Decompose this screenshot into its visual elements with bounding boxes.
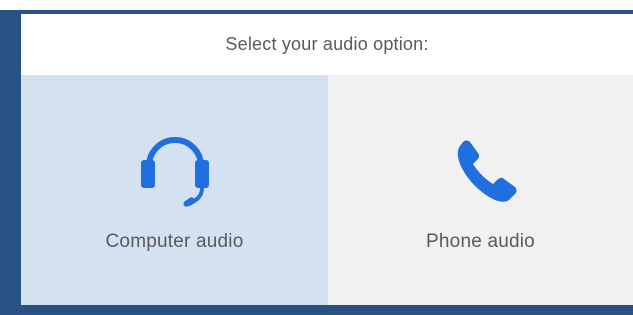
top-strip — [0, 0, 633, 10]
phone-icon — [439, 118, 523, 208]
headset-icon — [133, 118, 217, 208]
dialog-title: Select your audio option: — [225, 34, 429, 54]
phone-audio-option[interactable]: Phone audio — [328, 75, 633, 305]
phone-audio-label: Phone audio — [426, 231, 535, 252]
computer-audio-label: Computer audio — [105, 231, 244, 252]
audio-option-dialog: Select your audio option: Computer audio — [21, 14, 633, 305]
audio-options: Computer audio Phone audio — [21, 75, 633, 305]
computer-audio-option[interactable]: Computer audio — [21, 75, 328, 305]
